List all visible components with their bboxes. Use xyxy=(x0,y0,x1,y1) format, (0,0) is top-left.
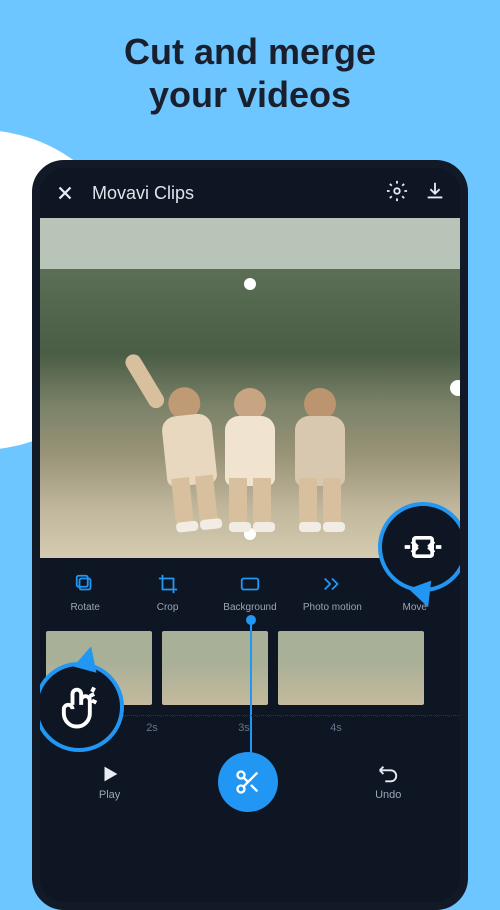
time-mark: 4s xyxy=(326,722,346,734)
crop-handle-top[interactable] xyxy=(244,278,256,290)
scissors-icon xyxy=(234,768,262,796)
photo-motion-icon xyxy=(320,572,344,596)
tool-label: Background xyxy=(223,602,276,613)
tool-label: Photo motion xyxy=(303,602,362,613)
callout-move xyxy=(378,502,468,592)
settings-button[interactable] xyxy=(386,180,408,207)
gear-icon xyxy=(386,180,408,202)
video-preview[interactable] xyxy=(40,218,460,558)
play-button[interactable]: Play xyxy=(99,763,121,801)
background-icon xyxy=(238,572,262,596)
play-icon xyxy=(99,763,121,785)
control-label: Play xyxy=(99,789,120,801)
time-mark: 3s xyxy=(234,722,254,734)
crop-icon xyxy=(156,572,180,596)
app-title: Movavi Clips xyxy=(92,183,386,204)
control-label: Undo xyxy=(375,789,401,801)
move-clip-icon xyxy=(401,525,445,569)
time-mark: 2s xyxy=(142,722,162,734)
export-button[interactable] xyxy=(424,180,446,207)
download-icon xyxy=(424,180,446,202)
promo-headline: Cut and merge your videos xyxy=(0,0,500,116)
undo-button[interactable]: Undo xyxy=(375,763,401,801)
tool-label: Rotate xyxy=(70,602,99,613)
close-icon xyxy=(54,182,76,204)
close-button[interactable] xyxy=(54,182,80,204)
rotate-icon xyxy=(73,572,97,596)
preview-content xyxy=(145,388,355,528)
swipe-hand-icon xyxy=(53,681,105,733)
phone-frame: Movavi Clips Rotate Crop xyxy=(32,160,468,910)
callout-gesture xyxy=(34,662,124,752)
tool-photo-motion[interactable]: Photo motion xyxy=(301,572,363,613)
crop-handle-right[interactable] xyxy=(450,380,466,396)
tool-rotate[interactable]: Rotate xyxy=(54,572,116,613)
app-bar: Movavi Clips xyxy=(40,168,460,218)
undo-icon xyxy=(377,763,399,785)
tool-crop[interactable]: Crop xyxy=(137,572,199,613)
clip[interactable] xyxy=(276,629,426,707)
split-button[interactable] xyxy=(218,752,278,812)
tool-background[interactable]: Background xyxy=(219,572,281,613)
clip[interactable] xyxy=(160,629,270,707)
tool-label: Crop xyxy=(157,602,179,613)
